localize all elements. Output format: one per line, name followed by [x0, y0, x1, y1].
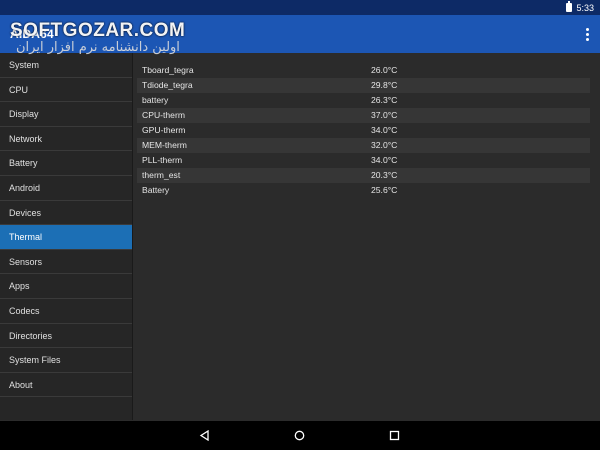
table-row: Tdiode_tegra 29.8°C: [137, 78, 590, 93]
sensor-value: 29.8°C: [371, 80, 398, 90]
battery-icon: [566, 1, 573, 12]
sensor-value: 20.3°C: [371, 170, 398, 180]
sensor-name: therm_est: [142, 170, 181, 180]
sensor-value: 26.3°C: [371, 95, 398, 105]
table-row: Tboard_tegra 26.0°C: [137, 63, 590, 78]
home-icon[interactable]: [294, 430, 305, 441]
status-time: 5:33: [576, 2, 594, 13]
sidebar-item-apps[interactable]: Apps: [0, 274, 132, 299]
sidebar-item-directories[interactable]: Directories: [0, 324, 132, 349]
sensor-name: battery: [142, 95, 169, 105]
overflow-menu-icon[interactable]: [586, 28, 589, 41]
sensor-name: CPU-therm: [142, 110, 185, 120]
recents-icon[interactable]: [389, 430, 400, 441]
thermal-table: Tboard_tegra 26.0°C Tdiode_tegra 29.8°C ba…: [137, 63, 590, 198]
sensor-value: 34.0°C: [371, 125, 398, 135]
sensor-value: 34.0°C: [371, 155, 398, 165]
sidebar-item-android[interactable]: Android: [0, 176, 132, 201]
sidebar-item-about[interactable]: About: [0, 373, 132, 398]
table-row: battery 26.3°C: [137, 93, 590, 108]
back-icon[interactable]: [199, 430, 210, 441]
sensor-name: GPU-therm: [142, 125, 186, 135]
sidebar-item-system-files[interactable]: System Files: [0, 348, 132, 373]
sensor-value: 37.0°C: [371, 110, 398, 120]
app-title: AIDA64: [10, 27, 54, 41]
sensor-name: Tboard_tegra: [142, 65, 194, 75]
table-row: CPU-therm 37.0°C: [137, 108, 590, 123]
sidebar-item-network[interactable]: Network: [0, 127, 132, 152]
app-bar: AIDA64: [0, 15, 600, 53]
sensor-name: MEM-therm: [142, 140, 187, 150]
sensor-name: Tdiode_tegra: [142, 80, 193, 90]
table-row: therm_est 20.3°C: [137, 168, 590, 183]
sidebar-item-thermal[interactable]: Thermal: [0, 225, 132, 250]
status-bar: 5:33: [0, 0, 600, 15]
table-row: MEM-therm 32.0°C: [137, 138, 590, 153]
sidebar-item-cpu[interactable]: CPU: [0, 78, 132, 103]
sensor-value: 32.0°C: [371, 140, 398, 150]
sensor-value: 25.6°C: [371, 185, 398, 195]
sidebar-item-battery[interactable]: Battery: [0, 151, 132, 176]
sidebar: System CPU Display Network Battery Andro…: [0, 53, 133, 420]
table-row: Battery 25.6°C: [137, 183, 590, 198]
sidebar-item-display[interactable]: Display: [0, 102, 132, 127]
sidebar-item-sensors[interactable]: Sensors: [0, 250, 132, 275]
table-row: GPU-therm 34.0°C: [137, 123, 590, 138]
sidebar-item-devices[interactable]: Devices: [0, 201, 132, 226]
system-nav-bar: [0, 421, 600, 450]
sidebar-item-system[interactable]: System: [0, 53, 132, 78]
table-row: PLL-therm 34.0°C: [137, 153, 590, 168]
sidebar-item-codecs[interactable]: Codecs: [0, 299, 132, 324]
sensor-name: Battery: [142, 185, 170, 195]
sensor-value: 26.0°C: [371, 65, 398, 75]
sensor-name: PLL-therm: [142, 155, 183, 165]
